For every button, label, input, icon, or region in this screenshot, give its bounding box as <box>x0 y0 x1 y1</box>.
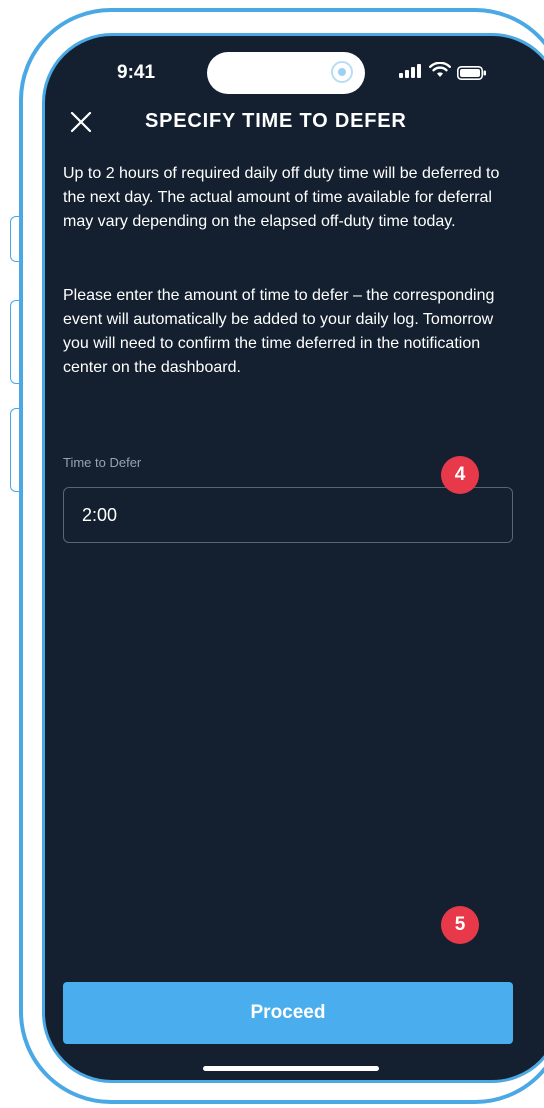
time-to-defer-input[interactable] <box>64 488 512 542</box>
status-bar: 9:41 <box>45 36 544 116</box>
status-time: 9:41 <box>117 62 156 83</box>
screen-header: SPECIFY TIME TO DEFER <box>45 106 544 140</box>
annotation-badge-5: 5 <box>441 906 479 944</box>
home-indicator <box>203 1066 379 1071</box>
time-to-defer-field[interactable] <box>63 487 513 543</box>
info-paragraph-instructions: Please enter the amount of time to defer… <box>63 287 495 376</box>
close-icon[interactable] <box>69 110 93 134</box>
info-paragraph-deferral-limit: Up to 2 hours of required daily off duty… <box>63 165 500 230</box>
status-icons <box>399 62 489 82</box>
annotation-badge-4: 4 <box>441 456 479 494</box>
camera-icon <box>331 61 353 83</box>
signal-icon <box>399 64 421 78</box>
proceed-button[interactable]: Proceed <box>63 982 513 1044</box>
wifi-icon <box>429 62 451 77</box>
dynamic-island <box>207 52 365 94</box>
battery-icon <box>457 66 486 80</box>
mockup-stage: 9:41 SPECIFY TIME TO DEFER Up to 2 hours… <box>0 0 544 1108</box>
time-to-defer-label: Time to Defer <box>63 455 142 470</box>
page-title: SPECIFY TIME TO DEFER <box>145 110 407 132</box>
phone-screen: 9:41 SPECIFY TIME TO DEFER Up to 2 hours… <box>42 33 544 1083</box>
